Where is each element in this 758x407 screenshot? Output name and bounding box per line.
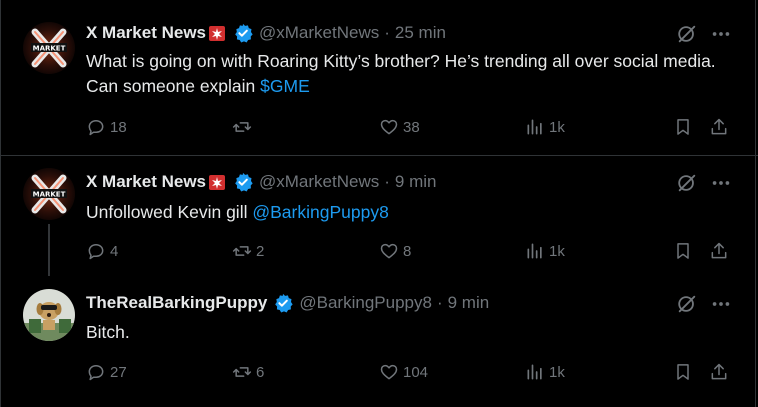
like-button[interactable]: 104 xyxy=(379,361,428,383)
reply-icon xyxy=(88,365,104,381)
bookmark-icon xyxy=(677,119,689,135)
timestamp[interactable]: 9 min xyxy=(448,293,490,313)
views-chart-icon xyxy=(527,364,542,380)
avatar-x-market-news[interactable]: MARKET xyxy=(23,22,75,74)
heart-icon xyxy=(380,364,398,380)
reply-count: 4 xyxy=(110,242,119,260)
separator-dot: · xyxy=(384,172,390,191)
timestamp[interactable]: 25 min xyxy=(395,23,446,43)
svg-text:MARKET: MARKET xyxy=(33,45,66,53)
svg-text:MARKET: MARKET xyxy=(33,191,66,199)
reply-button[interactable]: 27 xyxy=(86,361,127,383)
views-chart-icon xyxy=(527,243,542,259)
tweet-actions: 18 38 1k xyxy=(86,116,736,138)
like-count: 104 xyxy=(403,363,429,381)
repost-icon xyxy=(232,122,252,132)
tweet-1[interactable]: MARKET X Market News @xMarketNews · 25 m… xyxy=(0,0,758,155)
tweet-header: TheRealBarkingPuppy @BarkingPuppy8 · 9 m… xyxy=(86,291,489,315)
share-button[interactable] xyxy=(709,116,733,138)
reply-count: 18 xyxy=(110,118,127,136)
views-button[interactable]: 1k xyxy=(525,240,565,262)
reply-button[interactable]: 4 xyxy=(86,240,118,262)
views-chart-icon xyxy=(527,119,542,135)
tweet-top-icons xyxy=(676,172,732,194)
share-icon xyxy=(711,363,727,380)
repost-icon xyxy=(232,246,252,256)
repost-count: 6 xyxy=(256,363,265,381)
more-options-icon[interactable] xyxy=(710,172,732,194)
timestamp[interactable]: 9 min xyxy=(395,172,437,192)
view-count: 1k xyxy=(549,118,565,136)
tweet-text-content: Bitch. xyxy=(86,322,130,342)
repost-icon xyxy=(232,367,252,377)
bookmark-icon xyxy=(677,243,689,259)
view-count: 1k xyxy=(549,363,565,381)
separator-dot: · xyxy=(384,23,390,42)
grok-icon[interactable] xyxy=(676,23,698,45)
verified-badge-icon[interactable] xyxy=(233,172,253,192)
bookmark-button[interactable] xyxy=(673,116,697,138)
tweet-top-icons xyxy=(676,23,732,45)
like-count: 38 xyxy=(403,118,420,136)
separator-dot: · xyxy=(436,293,443,312)
tweet-header: X Market News @xMarketNews · 9 min xyxy=(86,170,436,194)
more-options-icon[interactable] xyxy=(710,23,732,45)
grok-icon[interactable] xyxy=(676,293,698,315)
tweet-text: Unfollowed Kevin gill @BarkingPuppy8 xyxy=(86,200,718,225)
cashtag-link[interactable]: $GME xyxy=(260,76,310,96)
reply-icon xyxy=(88,244,104,260)
display-name[interactable]: X Market News xyxy=(86,23,206,43)
reply-button[interactable]: 18 xyxy=(86,116,127,138)
tweet-actions: 27 6 104 1k xyxy=(86,361,736,383)
share-button[interactable] xyxy=(709,361,733,383)
siren-icon xyxy=(209,175,225,190)
display-name[interactable]: X Market News xyxy=(86,172,206,192)
thread-connector-line xyxy=(48,224,50,276)
verified-badge-icon[interactable] xyxy=(233,23,253,43)
tweet-header: X Market News @xMarketNews · 25 min xyxy=(86,21,446,45)
display-name[interactable]: TheRealBarkingPuppy xyxy=(86,293,267,313)
grok-icon[interactable] xyxy=(676,172,698,194)
views-button[interactable]: 1k xyxy=(525,116,565,138)
tweet-top-icons xyxy=(676,293,732,315)
repost-button[interactable]: 6 xyxy=(232,361,264,383)
handle[interactable]: @xMarketNews xyxy=(259,23,379,43)
like-button[interactable]: 8 xyxy=(379,240,411,262)
repost-button[interactable] xyxy=(232,116,256,138)
tweet-text-content: What is going on with Roaring Kitty’s br… xyxy=(86,51,716,96)
repost-count: 2 xyxy=(256,242,265,260)
tweet-actions: 4 2 8 1k xyxy=(86,240,736,262)
reply-count: 27 xyxy=(110,363,127,381)
tweet-2[interactable]: MARKET X Market News @xMarketNews · 9 mi… xyxy=(0,156,758,276)
handle[interactable]: @BarkingPuppy8 xyxy=(299,293,432,313)
siren-icon xyxy=(209,26,225,41)
share-icon xyxy=(711,242,727,259)
share-icon xyxy=(711,118,727,135)
tweet-text: Bitch. xyxy=(86,320,718,345)
tweet-3[interactable]: TheRealBarkingPuppy @BarkingPuppy8 · 9 m… xyxy=(0,276,758,407)
reply-icon xyxy=(88,120,104,136)
tweet-text: What is going on with Roaring Kitty’s br… xyxy=(86,49,718,99)
heart-icon xyxy=(380,119,398,135)
verified-badge-icon[interactable] xyxy=(273,293,294,313)
mention-link[interactable]: @BarkingPuppy8 xyxy=(252,202,388,222)
bookmark-button[interactable] xyxy=(673,240,697,262)
repost-button[interactable]: 2 xyxy=(232,240,264,262)
views-button[interactable]: 1k xyxy=(525,361,565,383)
share-button[interactable] xyxy=(709,240,733,262)
avatar-barking-puppy[interactable] xyxy=(23,289,75,341)
heart-icon xyxy=(380,243,398,259)
tweet-text-content: Unfollowed Kevin gill xyxy=(86,202,253,222)
avatar-x-market-news[interactable]: MARKET xyxy=(23,168,75,220)
x-market-logo-icon: MARKET xyxy=(23,22,75,74)
like-button[interactable]: 38 xyxy=(379,116,420,138)
handle[interactable]: @xMarketNews xyxy=(259,172,379,192)
dog-avatar-icon xyxy=(23,289,75,341)
bookmark-icon xyxy=(677,364,689,380)
like-count: 8 xyxy=(403,242,412,260)
x-market-logo-icon: MARKET xyxy=(23,168,75,220)
bookmark-button[interactable] xyxy=(673,361,697,383)
more-options-icon[interactable] xyxy=(710,293,732,315)
view-count: 1k xyxy=(549,242,565,260)
